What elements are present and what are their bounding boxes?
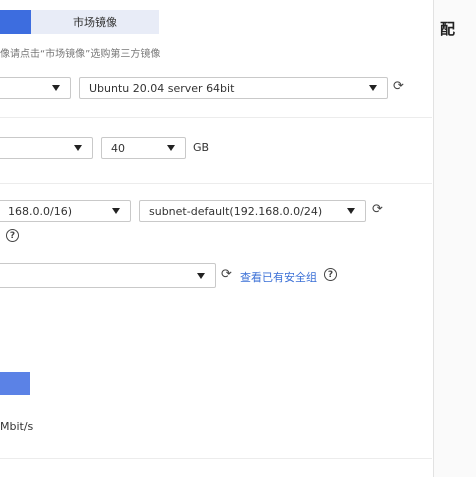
section-divider <box>0 183 432 184</box>
config-summary-panel <box>434 0 476 477</box>
caret-down-icon <box>167 145 175 151</box>
panel-divider <box>433 0 434 477</box>
bandwidth-unit: Mbit/s <box>0 420 34 433</box>
image-version-select-value: Ubuntu 20.04 server 64bit <box>89 81 235 95</box>
security-group-select[interactable] <box>0 263 216 288</box>
disk-size-select[interactable]: 40 <box>101 137 186 159</box>
vpc-select[interactable]: 168.0.0/16) <box>0 200 131 222</box>
section-divider <box>0 117 432 118</box>
refresh-icon[interactable]: ⟳ <box>221 268 232 282</box>
refresh-icon[interactable]: ⟳ <box>372 203 383 217</box>
section-divider <box>0 458 432 459</box>
caret-down-icon <box>52 85 60 91</box>
image-hint-text: 像请点击“市场镜像”选购第三方镜像 <box>0 49 161 60</box>
disk-size-unit: GB <box>193 141 210 154</box>
vpc-select-value: 168.0.0/16) <box>8 204 72 218</box>
bandwidth-type-button[interactable] <box>0 372 30 395</box>
view-security-groups-link[interactable]: 查看已有安全组 <box>240 269 317 285</box>
caret-down-icon <box>112 208 120 214</box>
question-circle-icon[interactable]: ? <box>324 268 337 281</box>
caret-down-icon <box>369 85 377 91</box>
tab-market-image-label: 市场镜像 <box>73 16 117 29</box>
image-version-select[interactable]: Ubuntu 20.04 server 64bit <box>79 77 388 99</box>
disk-type-select[interactable] <box>0 137 93 159</box>
tab-market-image[interactable]: 市场镜像 <box>31 10 159 34</box>
subnet-select[interactable]: subnet-default(192.168.0.0/24) <box>139 200 366 222</box>
caret-down-icon <box>74 145 82 151</box>
tab-public-image[interactable] <box>0 10 31 34</box>
config-summary-title: 配 <box>440 20 456 38</box>
disk-size-select-value: 40 <box>111 141 125 155</box>
subnet-select-value: subnet-default(192.168.0.0/24) <box>149 204 323 218</box>
caret-down-icon <box>347 208 355 214</box>
caret-down-icon <box>197 272 205 279</box>
question-circle-icon[interactable]: ? <box>6 229 19 242</box>
os-select[interactable] <box>0 77 71 99</box>
refresh-icon[interactable]: ⟳ <box>393 80 404 94</box>
